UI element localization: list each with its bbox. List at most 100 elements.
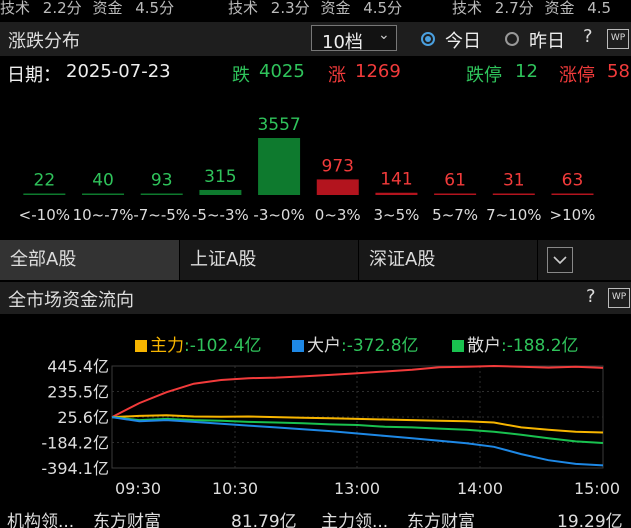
wp-icon[interactable]: WP <box>607 29 629 49</box>
help-icon[interactable]: ? <box>586 286 596 307</box>
top-score-strip: 技术 2.2分 资金 4.5分 技术 2.3分 资金 4.5分 技术 2.7分 … <box>0 0 631 20</box>
y-tick-label: 25.6亿 <box>57 408 109 427</box>
distribution-category-label: 10~-7% <box>73 206 134 224</box>
legend-swatch <box>292 340 304 352</box>
section-title: 涨跌分布 <box>8 31 80 52</box>
score-value: 4.5分 <box>135 0 175 17</box>
limit-up-value: 58 <box>607 61 630 82</box>
limit-down-label: 跌停 <box>466 65 502 86</box>
distribution-header: 涨跌分布 10档 ⌄ 今日 昨日 ? WP <box>0 22 631 56</box>
footer-right-company[interactable]: 东方财富 <box>407 507 475 528</box>
legend-value: :-102.4亿 <box>184 336 262 356</box>
distribution-category-label: -3~0% <box>253 206 304 224</box>
legend-name: 主力 <box>150 336 184 356</box>
fund-flow-line-chart: 445.4亿 235.5亿 25.6亿 -184.2亿 -394.1亿 09:30 10:3… <box>41 358 620 498</box>
x-tick-label: 09:30 <box>115 479 161 498</box>
wp-icon[interactable]: WP <box>608 288 630 308</box>
x-tick-label: 14:00 <box>457 479 503 498</box>
x-tick-label: 13:00 <box>334 479 380 498</box>
down-count-label: 跌 <box>232 65 250 86</box>
legend-value: :-188.2亿 <box>501 336 579 356</box>
score-label: 技术 <box>228 0 259 17</box>
bucket-dropdown[interactable]: 10档 ⌄ <box>311 25 397 53</box>
distribution-bar <box>199 189 242 195</box>
footer-left-company[interactable]: 东方财富 <box>93 507 161 528</box>
score-label: 技术 <box>452 0 483 17</box>
legend-item-retail: 散户:-188.2亿 <box>452 331 579 356</box>
distribution-category-label: 5~7% <box>432 206 478 224</box>
distribution-value-label: 973 <box>322 156 354 176</box>
legend-name: 大户 <box>307 336 341 356</box>
tab-divider <box>537 240 538 280</box>
radio-selected-icon <box>421 32 435 46</box>
distribution-bar <box>23 193 66 195</box>
score-value: 2.3分 <box>270 0 310 17</box>
legend-item-big: 大户:-372.8亿 <box>292 331 419 356</box>
tabs-dropdown-button[interactable] <box>547 247 573 273</box>
leader-footer: 机构领... 东方财富 81.79亿 主力领... 东方财富 19.29亿 <box>0 506 631 528</box>
legend-item-main: 主力:-102.4亿 <box>135 331 262 356</box>
score-value: 2.2分 <box>42 0 82 17</box>
section-title: 全市场资金流向 <box>8 290 134 311</box>
radio-unselected-icon <box>505 32 519 46</box>
fund-flow-legend: 主力:-102.4亿 大户:-372.8亿 散户:-188.2亿 <box>0 330 631 356</box>
distribution-value-label: 315 <box>204 167 236 187</box>
date-value: 2025-07-23 <box>66 61 171 82</box>
limit-up-label: 涨停 <box>559 65 595 86</box>
distribution-bar <box>316 179 359 195</box>
footer-left-label: 机构领... <box>7 512 75 528</box>
x-tick-label: 15:00 <box>574 479 620 498</box>
legend-name: 散户 <box>467 336 501 356</box>
score-item-2: 技术 2.3分 资金 4.5分 <box>228 0 438 18</box>
help-icon[interactable]: ? <box>583 26 593 47</box>
fund-flow-header: 全市场资金流向 ? WP <box>0 282 631 314</box>
distribution-bar <box>258 138 301 195</box>
score-label: 资金 <box>320 0 351 17</box>
chevron-down-icon: ⌄ <box>378 27 390 43</box>
distribution-category-label: -5~-3% <box>192 206 249 224</box>
distribution-value-label: 22 <box>34 171 56 191</box>
down-count-value: 4025 <box>259 61 305 82</box>
distribution-value-label: 61 <box>444 171 466 191</box>
radio-label: 昨日 <box>529 31 565 52</box>
legend-swatch <box>452 340 464 352</box>
distribution-bar <box>434 193 477 195</box>
distribution-bar <box>551 193 594 195</box>
distribution-bar-chart: 22 <-10% 40 10~-7% 93 -7~-5% 315 -5~-3% 3557 -3~0… <box>19 115 596 224</box>
score-label: 技术 <box>0 0 31 17</box>
distribution-value-label: 63 <box>562 171 584 191</box>
dropdown-value: 10档 <box>322 32 363 53</box>
tab-shenzhen-a[interactable]: 深证A股 <box>359 240 537 280</box>
date-summary-line: 日期： 2025-07-23 跌 4025 涨 1269 跌停 12 涨停 58 <box>0 58 631 88</box>
distribution-bar <box>82 193 125 195</box>
y-tick-label: 445.4亿 <box>47 358 109 376</box>
chevron-down-icon <box>553 256 567 265</box>
score-value: 2.7分 <box>494 0 534 17</box>
score-value: 4.5分 <box>363 0 403 17</box>
distribution-bar <box>140 193 183 195</box>
score-label: 资金 <box>544 0 575 17</box>
distribution-value-label: 40 <box>92 171 114 191</box>
date-label: 日期： <box>7 65 61 86</box>
up-count-label: 涨 <box>328 65 346 86</box>
distribution-value-label: 93 <box>151 171 173 191</box>
radio-label: 今日 <box>445 31 481 52</box>
distribution-category-label: 0~3% <box>315 206 361 224</box>
footer-right-label: 主力领... <box>321 512 389 528</box>
x-tick-label: 10:30 <box>212 479 258 498</box>
distribution-category-label: >10% <box>550 206 596 224</box>
legend-swatch <box>135 340 147 352</box>
tab-shanghai-a[interactable]: 上证A股 <box>180 240 358 280</box>
distribution-category-label: 7~10% <box>486 206 541 224</box>
distribution-category-label: -7~-5% <box>133 206 190 224</box>
up-count-value: 1269 <box>355 61 401 82</box>
limit-down-value: 12 <box>515 61 538 82</box>
distribution-value-label: 3557 <box>257 115 300 135</box>
tab-all-a-shares[interactable]: 全部A股 <box>0 240 179 280</box>
distribution-bar <box>375 192 418 195</box>
y-tick-label: -184.2亿 <box>41 434 109 453</box>
score-value: 4.5 <box>587 0 612 17</box>
y-tick-label: 235.5亿 <box>47 383 109 402</box>
score-item-3: 技术 2.7分 资金 4.5 <box>452 0 631 18</box>
score-label: 资金 <box>92 0 123 17</box>
